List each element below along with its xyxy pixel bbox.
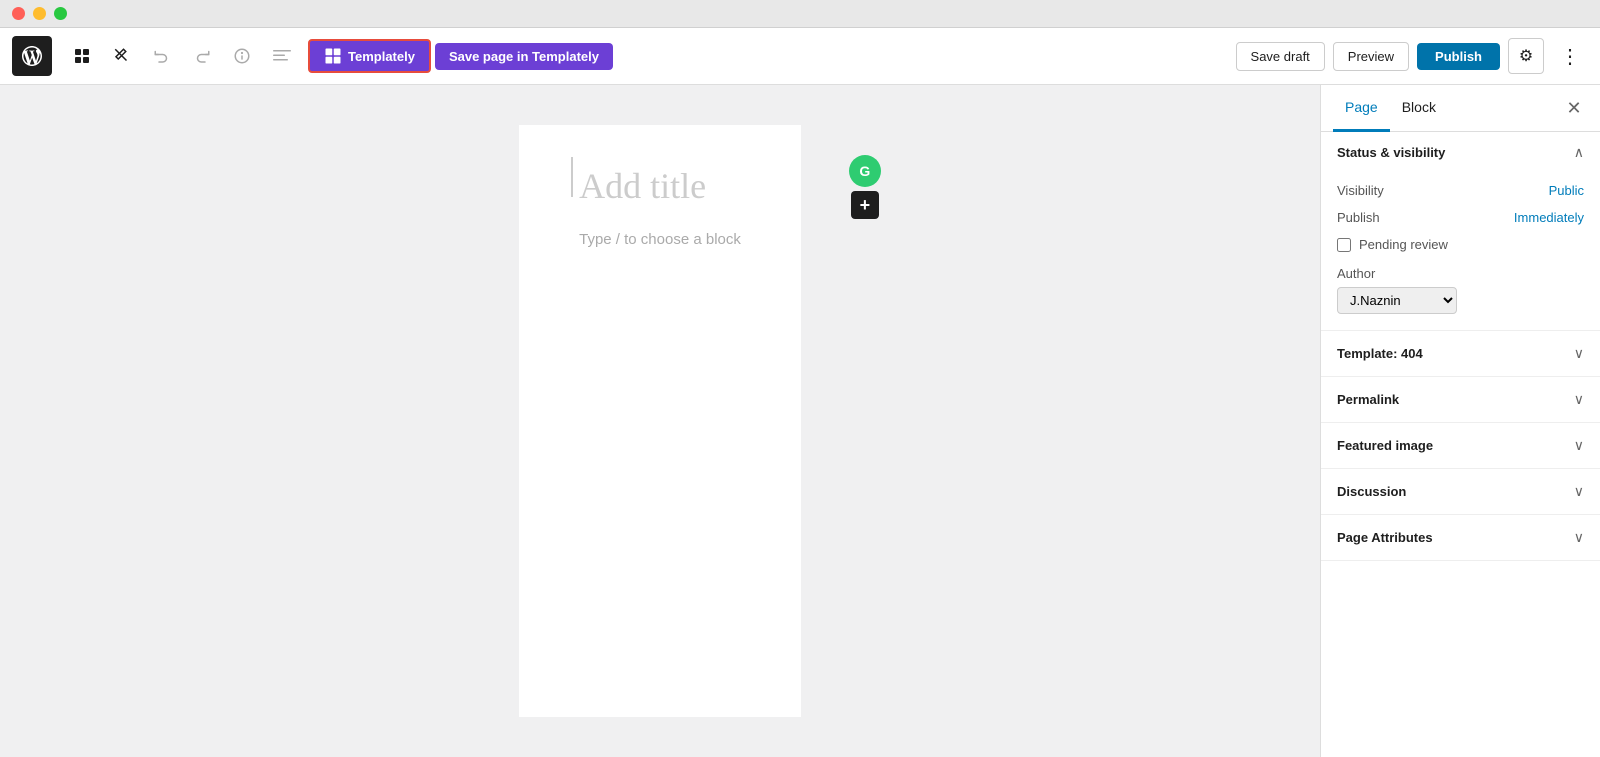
sidebar-close-button[interactable]: ✕ [1560,94,1588,122]
publish-label: Publish [1337,210,1380,225]
publish-value[interactable]: Immediately [1514,210,1584,225]
add-block-toolbar-button[interactable] [64,38,100,74]
content-wrapper: Add title Type / to choose a block G + P… [0,85,1600,757]
block-navigation-button[interactable] [264,38,300,74]
chevron-up-icon: ∧ [1574,144,1584,161]
redo-button[interactable] [184,38,220,74]
sidebar-tabs: Page Block ✕ [1321,85,1600,132]
editor-inner: Add title Type / to choose a block [519,125,801,717]
template-title: Template: 404 [1337,346,1423,361]
save-templately-button[interactable]: Save page in Templately [435,43,613,70]
floating-controls: G + [849,155,881,219]
user-avatar: G [849,155,881,187]
discussion-title: Discussion [1337,484,1406,499]
status-visibility-content: Visibility Public Publish Immediately Pe… [1321,173,1600,330]
pending-review-checkbox[interactable] [1337,238,1351,252]
page-attributes-section[interactable]: Page Attributes ∨ [1321,515,1600,561]
template-chevron-icon: ∨ [1574,345,1584,362]
tools-button[interactable] [104,38,140,74]
title-placeholder: Add title [579,166,706,206]
add-block-float-button[interactable]: + [851,191,879,219]
tab-block[interactable]: Block [1390,85,1448,132]
wordpress-logo[interactable] [12,36,52,76]
featured-image-title: Featured image [1337,438,1433,453]
maximize-button[interactable] [54,7,67,20]
undo-button[interactable] [144,38,180,74]
status-visibility-section: Status & visibility ∧ Visibility Public … [1321,132,1600,331]
ellipsis-icon: ⋮ [1560,44,1580,69]
sidebar: Page Block ✕ Status & visibility ∧ Visib… [1320,85,1600,757]
publish-row: Publish Immediately [1337,204,1584,231]
block-placeholder[interactable]: Type / to choose a block [579,227,741,252]
save-templately-label: Save page in Templately [449,49,599,64]
status-visibility-title: Status & visibility [1337,145,1445,160]
preview-button[interactable]: Preview [1333,42,1409,71]
cursor-indicator [571,157,573,197]
gear-icon: ⚙ [1519,46,1533,66]
pending-review-label: Pending review [1359,237,1448,252]
author-label: Author [1337,266,1584,281]
visibility-label: Visibility [1337,183,1384,198]
templately-button[interactable]: Templately [308,39,431,73]
discussion-section[interactable]: Discussion ∨ [1321,469,1600,515]
pending-review-row: Pending review [1337,231,1584,258]
save-draft-button[interactable]: Save draft [1236,42,1325,71]
author-select[interactable]: J.Naznin [1337,287,1457,314]
more-options-button[interactable]: ⋮ [1552,38,1588,74]
toolbar-right: Save draft Preview Publish ⚙ ⋮ [1236,38,1588,74]
template-section[interactable]: Template: 404 ∨ [1321,331,1600,377]
featured-image-chevron-icon: ∨ [1574,437,1584,454]
featured-image-section[interactable]: Featured image ∨ [1321,423,1600,469]
block-placeholder-text: Type / to choose a block [579,231,741,248]
titlebar [0,0,1600,28]
permalink-chevron-icon: ∨ [1574,391,1584,408]
discussion-chevron-icon: ∨ [1574,483,1584,500]
templately-label: Templately [348,49,415,64]
editor-position-wrapper: Add title Type / to choose a block G + [519,125,801,717]
visibility-value[interactable]: Public [1549,183,1584,198]
publish-button[interactable]: Publish [1417,43,1500,70]
toolbar: Templately Save page in Templately Save … [0,28,1600,85]
info-button[interactable] [224,38,260,74]
permalink-section[interactable]: Permalink ∨ [1321,377,1600,423]
settings-button[interactable]: ⚙ [1508,38,1544,74]
permalink-title: Permalink [1337,392,1399,407]
page-attributes-title: Page Attributes [1337,530,1433,545]
minimize-button[interactable] [33,7,46,20]
tab-page[interactable]: Page [1333,85,1390,132]
editor-area: Add title Type / to choose a block G + [0,85,1320,757]
status-visibility-header[interactable]: Status & visibility ∧ [1321,132,1600,173]
visibility-row: Visibility Public [1337,177,1584,204]
title-field[interactable]: Add title [579,165,741,207]
close-button[interactable] [12,7,25,20]
page-attributes-chevron-icon: ∨ [1574,529,1584,546]
